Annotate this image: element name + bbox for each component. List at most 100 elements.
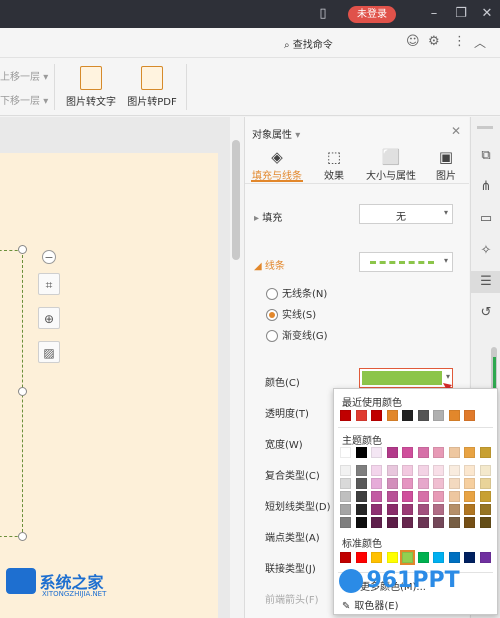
color-swatch[interactable]: [340, 517, 351, 528]
color-swatch[interactable]: [355, 478, 367, 489]
color-swatch[interactable]: [371, 478, 382, 489]
color-swatch[interactable]: [448, 465, 460, 476]
line-section-toggle[interactable]: ◢ 线条: [254, 257, 285, 272]
more-icon[interactable]: ⋮: [453, 34, 466, 49]
color-swatch[interactable]: [448, 447, 460, 458]
color-swatch[interactable]: [355, 517, 367, 528]
color-swatch[interactable]: [479, 465, 491, 476]
color-swatch[interactable]: [355, 491, 367, 502]
close-icon[interactable]: ✕: [451, 124, 461, 138]
resize-handle[interactable]: [18, 532, 27, 541]
vertical-scrollbar[interactable]: [232, 140, 240, 260]
tab-effects[interactable]: ⬚ 效果: [317, 147, 351, 182]
color-swatch[interactable]: [340, 410, 351, 421]
eyedropper-item[interactable]: ✎ 取色器(E): [342, 597, 399, 612]
color-swatch[interactable]: [400, 550, 415, 565]
color-swatch[interactable]: [417, 552, 429, 563]
color-swatch[interactable]: [417, 410, 429, 421]
color-swatch[interactable]: [340, 447, 351, 458]
color-swatch[interactable]: [402, 465, 413, 476]
color-swatch[interactable]: [386, 517, 398, 528]
tab-picture[interactable]: ▣ 图片: [431, 147, 461, 182]
close-icon[interactable]: ✕: [476, 0, 498, 28]
translate-icon[interactable]: ⧉: [471, 145, 500, 167]
color-swatch[interactable]: [433, 504, 444, 515]
line-color-dropdown[interactable]: ▾: [359, 368, 453, 388]
color-swatch[interactable]: [402, 410, 413, 421]
collapse-tools-icon[interactable]: −: [42, 250, 56, 264]
color-swatch[interactable]: [479, 552, 491, 563]
color-swatch[interactable]: [402, 447, 413, 458]
color-swatch[interactable]: [386, 478, 398, 489]
color-swatch[interactable]: [433, 447, 444, 458]
color-swatch[interactable]: [464, 504, 475, 515]
document-page[interactable]: [0, 153, 218, 618]
resize-handle[interactable]: [18, 245, 27, 254]
color-swatch[interactable]: [340, 491, 351, 502]
move-down-layer-button[interactable]: 下移一层 ▾: [0, 92, 48, 107]
properties-icon[interactable]: ☰: [471, 271, 500, 293]
color-swatch[interactable]: [448, 491, 460, 502]
radio-solid-line[interactable]: 实线(S): [266, 306, 316, 321]
color-swatch[interactable]: [417, 491, 429, 502]
restore-icon[interactable]: ❐: [450, 0, 472, 28]
color-swatch[interactable]: [417, 504, 429, 515]
color-swatch[interactable]: [355, 504, 367, 515]
search-command[interactable]: ⌕ 查找命令: [284, 36, 333, 51]
color-swatch[interactable]: [386, 491, 398, 502]
color-swatch[interactable]: [386, 447, 398, 458]
color-swatch[interactable]: [433, 491, 444, 502]
color-swatch[interactable]: [371, 465, 382, 476]
login-button[interactable]: 未登录: [348, 6, 396, 23]
color-swatch[interactable]: [479, 447, 491, 458]
color-swatch[interactable]: [464, 517, 475, 528]
color-swatch[interactable]: [386, 410, 398, 421]
color-swatch[interactable]: [386, 504, 398, 515]
color-swatch[interactable]: [417, 517, 429, 528]
share-icon[interactable]: ⋔: [471, 176, 500, 198]
magic-icon[interactable]: ✧: [471, 240, 500, 262]
color-swatch[interactable]: [340, 465, 351, 476]
fill-dropdown[interactable]: 无 ▾: [359, 204, 453, 224]
collapse-icon[interactable]: ︿: [474, 34, 486, 51]
color-swatch[interactable]: [402, 504, 413, 515]
color-swatch[interactable]: [417, 478, 429, 489]
color-swatch[interactable]: [371, 447, 382, 458]
image-to-pdf-button[interactable]: 图片转PDF: [124, 66, 180, 108]
color-swatch[interactable]: [433, 517, 444, 528]
color-swatch[interactable]: [464, 465, 475, 476]
archive-icon[interactable]: ▭: [471, 208, 500, 230]
color-swatch[interactable]: [448, 478, 460, 489]
color-swatch[interactable]: [402, 491, 413, 502]
color-swatch[interactable]: [355, 465, 367, 476]
color-swatch[interactable]: [355, 410, 367, 421]
color-swatch[interactable]: [355, 552, 367, 563]
image-to-text-button[interactable]: 图片转文字: [62, 66, 120, 108]
color-swatch[interactable]: [464, 410, 475, 421]
line-style-dropdown[interactable]: ▾: [359, 252, 453, 272]
color-swatch[interactable]: [448, 517, 460, 528]
settings-icon[interactable]: ⚙: [428, 34, 440, 49]
color-swatch[interactable]: [371, 517, 382, 528]
color-swatch[interactable]: [371, 491, 382, 502]
color-swatch[interactable]: [433, 465, 444, 476]
color-swatch[interactable]: [479, 517, 491, 528]
history-icon[interactable]: ↺: [471, 302, 500, 324]
move-up-layer-button[interactable]: 上移一层 ▾: [0, 68, 48, 83]
color-swatch[interactable]: [479, 504, 491, 515]
resize-handle[interactable]: [18, 387, 27, 396]
color-swatch[interactable]: [340, 478, 351, 489]
color-swatch[interactable]: [433, 552, 444, 563]
color-swatch[interactable]: [464, 478, 475, 489]
color-swatch[interactable]: [340, 504, 351, 515]
color-swatch[interactable]: [448, 504, 460, 515]
image-edit-icon[interactable]: ▨: [38, 341, 60, 363]
color-swatch[interactable]: [479, 478, 491, 489]
color-swatch[interactable]: [464, 552, 475, 563]
color-swatch[interactable]: [417, 465, 429, 476]
radio-no-line[interactable]: 无线条(N): [266, 285, 327, 300]
window-mode-icon[interactable]: ▯: [312, 0, 334, 28]
color-swatch[interactable]: [371, 552, 382, 563]
color-swatch[interactable]: [402, 517, 413, 528]
color-swatch[interactable]: [479, 491, 491, 502]
